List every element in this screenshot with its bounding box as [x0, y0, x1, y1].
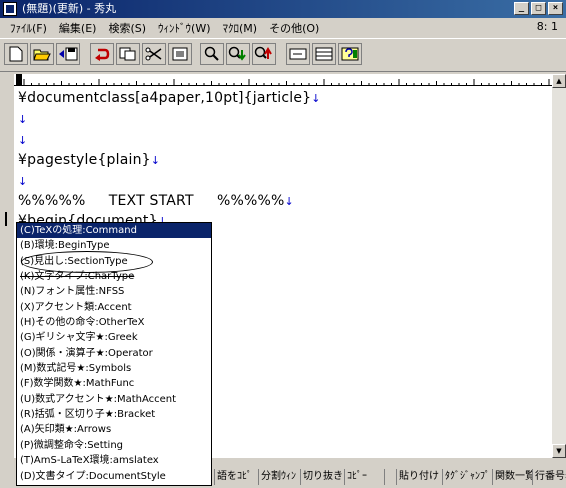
- ruler[interactable]: [14, 74, 552, 86]
- menu-edit[interactable]: 編集(E): [53, 20, 103, 36]
- undo-icon: [95, 48, 110, 61]
- popup-item-arrows[interactable]: (A)矢印類★:Arrows: [17, 422, 211, 437]
- title-bar[interactable]: (無題)(更新) - 秀丸 _ □ ×: [0, 0, 566, 18]
- status-line-number[interactable]: 行番号表: [532, 469, 566, 485]
- toolbar: [0, 38, 566, 72]
- eol-mark: ↓: [284, 195, 294, 208]
- popup-item-operator[interactable]: (O)関係・演算子★:Operator: [17, 346, 211, 361]
- scroll-down-arrow-icon[interactable]: ▼: [552, 444, 566, 458]
- popup-item-mathfunc[interactable]: (F)数学関数★:MathFunc: [17, 376, 211, 391]
- editor-line: ¥pagestyle{plain}↓: [18, 151, 160, 170]
- find-up-icon: [254, 46, 272, 59]
- ruler-ticks: [23, 79, 550, 85]
- vertical-scrollbar[interactable]: ▲ ▼: [552, 74, 566, 458]
- menu-search[interactable]: 検索(S): [102, 20, 152, 36]
- status-function-list[interactable]: 関数一覧: [492, 469, 532, 485]
- folder-open-icon: [33, 49, 51, 61]
- hidemaru-window: (無題)(更新) - 秀丸 _ □ × ﾌｧｲﾙ(F) 編集(E) 検索(S) …: [0, 0, 566, 488]
- paste-button[interactable]: [168, 43, 192, 65]
- popup-item-nfss[interactable]: (N)フォント属性:NFSS: [17, 284, 211, 299]
- status-paste[interactable]: 貼り付け: [396, 469, 442, 485]
- app-icon[interactable]: [3, 2, 17, 16]
- open-file-button[interactable]: [30, 43, 54, 65]
- find-next-button[interactable]: [226, 43, 250, 65]
- menu-macro[interactable]: ﾏｸﾛ(M): [217, 20, 264, 36]
- status-cut[interactable]: 切り抜き: [300, 469, 344, 485]
- magnifier-icon: [204, 46, 219, 61]
- help-book-icon: [341, 47, 359, 61]
- copy-button[interactable]: [116, 43, 140, 65]
- line-text: %%%%% TEXT START %%%%%: [18, 193, 285, 209]
- menu-other[interactable]: その他(O): [263, 20, 325, 36]
- cut-button[interactable]: [142, 43, 166, 65]
- paste-icon: [172, 47, 188, 61]
- popup-item-command[interactable]: (C)TeXの処理:Command: [17, 223, 211, 239]
- new-file-icon: [9, 46, 23, 62]
- find-button[interactable]: [200, 43, 224, 65]
- eol-mark: ↓: [150, 154, 161, 167]
- eol-mark: ↓: [18, 113, 28, 126]
- status-split-window[interactable]: 分割ｳｨﾝ: [258, 469, 300, 485]
- hand-drawn-circle-annotation: [21, 251, 153, 273]
- eol-mark: ↓: [18, 175, 28, 188]
- editor-line: ¥documentclass[a4paper,10pt]{jarticle}↓: [18, 89, 321, 108]
- tag-jump-button[interactable]: [286, 43, 310, 65]
- menu-window[interactable]: ｳｨﾝﾄﾞｳ(W): [152, 20, 216, 36]
- undo-button[interactable]: [90, 43, 114, 65]
- split-window-button[interactable]: [312, 43, 336, 65]
- tex-popup-menu: (C)TeXの処理:Command (B)環境:BeginType (S)見出し…: [16, 222, 212, 486]
- save-button[interactable]: [56, 43, 80, 65]
- cursor-position: 8: 1: [536, 20, 558, 33]
- line-text: ¥pagestyle{plain}: [18, 152, 151, 168]
- copy-icon: [119, 47, 136, 61]
- maximize-button[interactable]: □: [531, 2, 546, 15]
- editor-line: ↓: [18, 131, 27, 150]
- save-icon: [59, 47, 78, 61]
- text-caret: [5, 212, 7, 226]
- close-button[interactable]: ×: [548, 2, 563, 15]
- popup-item-bracket[interactable]: (R)括弧・区切り子★:Bracket: [17, 407, 211, 422]
- status-copy-word[interactable]: 語をｺﾋﾟ: [214, 469, 258, 485]
- editor-line: ↓: [18, 110, 27, 129]
- status-blank[interactable]: [384, 469, 396, 485]
- popup-item-mathaccent[interactable]: (U)数式アクセント★:MathAccent: [17, 392, 211, 407]
- left-margin: [0, 74, 14, 458]
- popup-item-symbols[interactable]: (M)数式記号★:Symbols: [17, 361, 211, 376]
- scroll-up-arrow-icon[interactable]: ▲: [552, 74, 566, 88]
- scissors-icon: [145, 47, 162, 61]
- new-file-button[interactable]: [4, 43, 28, 65]
- popup-item-amslatex[interactable]: (T)AmS-LaTeX環境:amslatex: [17, 453, 211, 468]
- find-prev-button[interactable]: [252, 43, 276, 65]
- minimize-button[interactable]: _: [514, 2, 529, 15]
- eol-mark: ↓: [311, 92, 321, 105]
- popup-item-accent[interactable]: (X)アクセント類:Accent: [17, 300, 211, 315]
- help-button[interactable]: [338, 43, 362, 65]
- popup-item-othertex[interactable]: (H)その他の命令:OtherTeX: [17, 315, 211, 330]
- split-window-icon: [315, 47, 333, 61]
- menu-bar: ﾌｧｲﾙ(F) 編集(E) 検索(S) ｳｨﾝﾄﾞｳ(W) ﾏｸﾛ(M) その他…: [0, 18, 566, 37]
- window-controls: _ □ ×: [514, 2, 563, 15]
- ruler-marker: [16, 74, 22, 85]
- window-title: (無題)(更新) - 秀丸: [22, 2, 117, 15]
- popup-item-documentstyle[interactable]: (D)文書タイプ:DocumentStyle: [17, 469, 211, 484]
- editor-line: ↓: [18, 172, 27, 191]
- eol-mark: ↓: [18, 134, 28, 147]
- line-text: ¥documentclass[a4paper,10pt]{jarticle}: [18, 90, 312, 106]
- menu-file[interactable]: ﾌｧｲﾙ(F): [4, 20, 53, 36]
- status-tag-jump[interactable]: ﾀｸﾞｼﾞｬﾝﾌﾟ: [442, 469, 492, 485]
- editor-line: %%%%% TEXT START %%%%%↓: [18, 192, 294, 211]
- tag-icon: [289, 48, 307, 60]
- popup-item-greek[interactable]: (G)ギリシャ文字★:Greek: [17, 330, 211, 345]
- find-down-icon: [228, 46, 246, 61]
- popup-item-setting[interactable]: (P)微調整命令:Setting: [17, 438, 211, 453]
- status-copy[interactable]: ｺﾋﾟｰ: [344, 469, 384, 485]
